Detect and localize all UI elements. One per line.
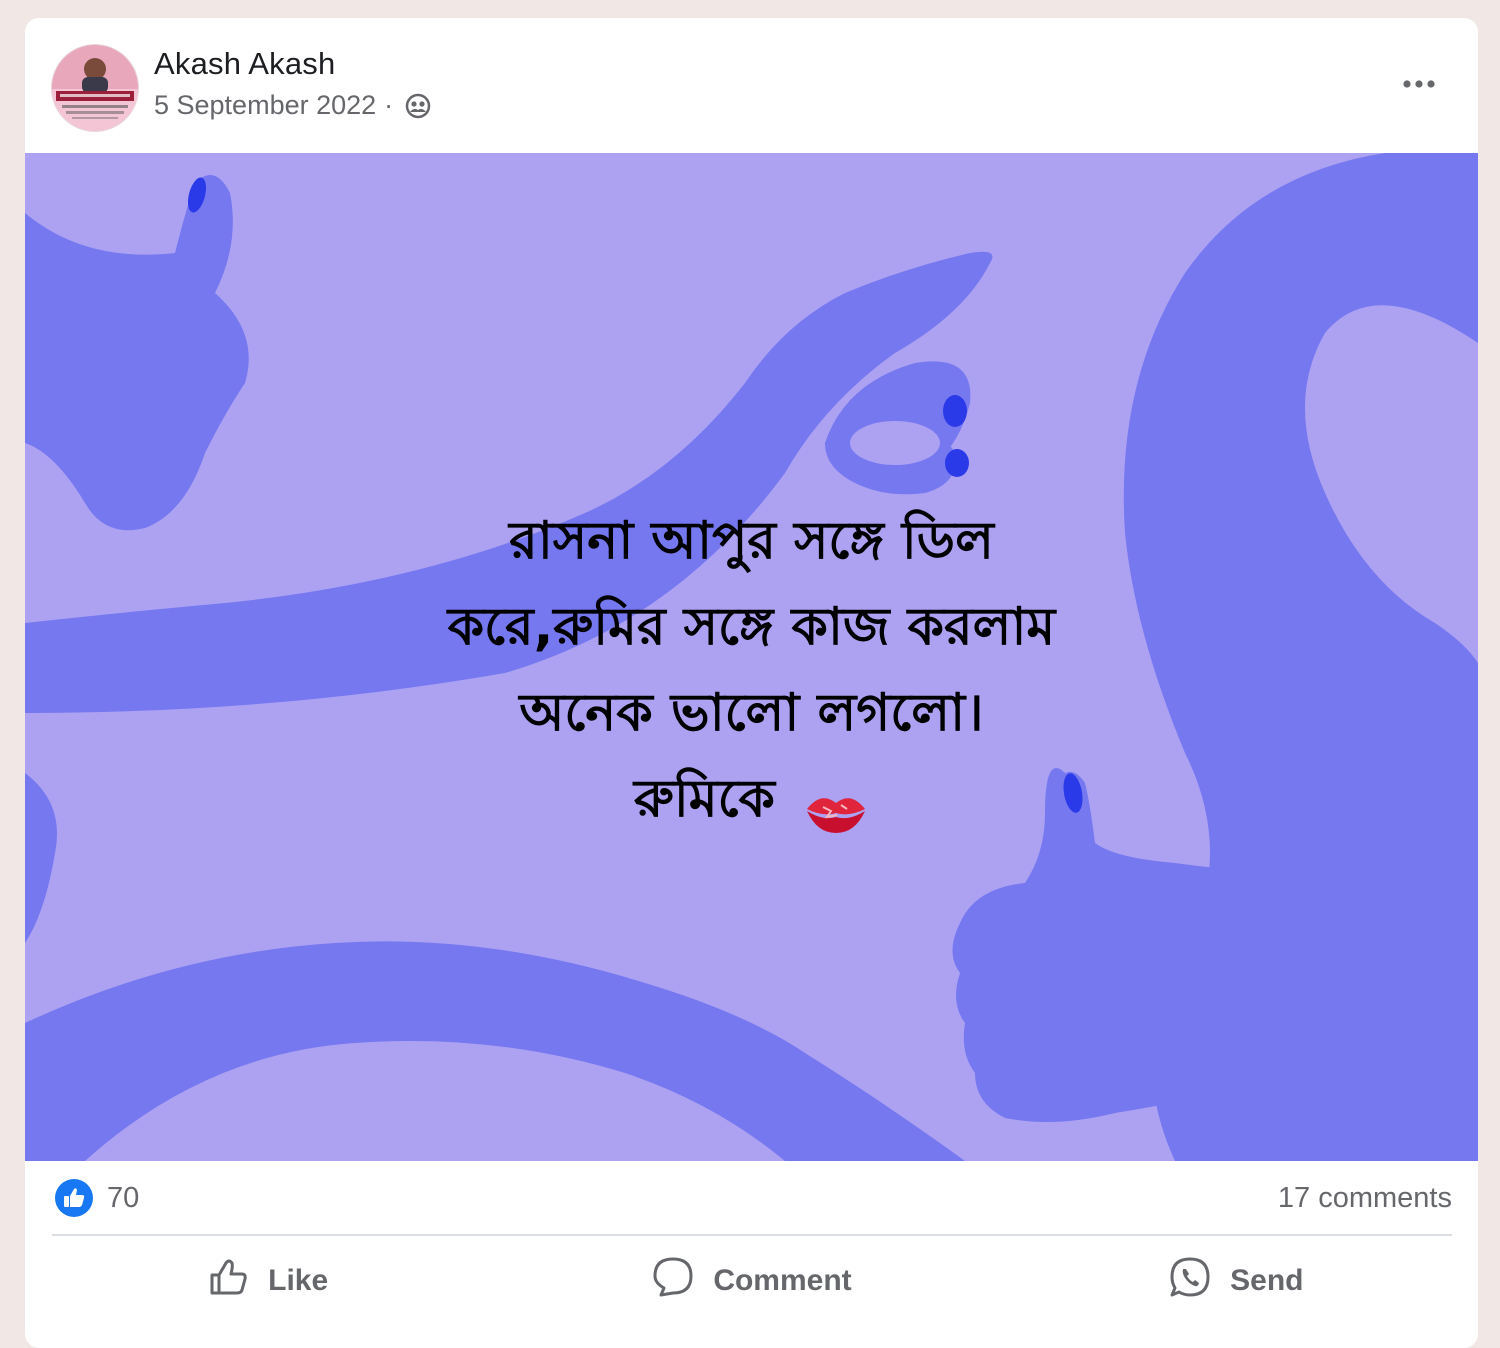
- post-card: Akash Akash 5 September 2022 · রাসনা আপু…: [25, 18, 1478, 1348]
- post-text-line: রাসনা আপুর সঙ্গে ডিল: [509, 511, 994, 571]
- comments-count[interactable]: 17 comments: [1278, 1182, 1452, 1215]
- comment-button[interactable]: Comment: [509, 1236, 993, 1326]
- post-meta: 5 September 2022 ·: [154, 90, 431, 121]
- more-horizontal-icon[interactable]: [1400, 72, 1440, 96]
- post-text-line: করে,রুমির সঙ্গে কাজ করলাম: [447, 597, 1056, 657]
- like-button[interactable]: Like: [25, 1236, 509, 1326]
- post-text-line: অনেক ভালো লগলো।: [519, 683, 984, 743]
- like-label: Like: [268, 1264, 329, 1297]
- thumbs-up-icon: [206, 1255, 250, 1307]
- post-date[interactable]: 5 September 2022: [154, 90, 376, 121]
- post-header: Akash Akash 5 September 2022 ·: [25, 18, 1478, 153]
- author-name[interactable]: Akash Akash: [154, 46, 335, 82]
- like-count[interactable]: 70: [107, 1182, 139, 1215]
- post-actions: Like Comment Send: [25, 1236, 1478, 1326]
- send-button[interactable]: Send: [994, 1236, 1478, 1326]
- meta-separator: ·: [384, 90, 394, 120]
- like-reaction-icon[interactable]: [55, 1179, 93, 1217]
- post-text-last-line: রুমিকে: [25, 756, 1478, 842]
- kiss-mark-emoji: [803, 777, 869, 833]
- whatsapp-icon: [1168, 1255, 1212, 1307]
- comment-label: Comment: [713, 1264, 852, 1297]
- post-stats: 70 17 comments: [25, 1161, 1478, 1235]
- avatar[interactable]: [51, 44, 139, 132]
- post-media[interactable]: রাসনা আপুর সঙ্গে ডিল করে,রুমির সঙ্গে কাজ…: [25, 153, 1478, 1161]
- post-text: রাসনা আপুর সঙ্গে ডিল করে,রুমির সঙ্গে কাজ…: [25, 498, 1478, 842]
- group-icon[interactable]: [405, 93, 431, 119]
- comment-bubble-icon: [651, 1255, 695, 1307]
- post-text-line: রুমিকে: [633, 769, 775, 829]
- send-label: Send: [1230, 1264, 1304, 1297]
